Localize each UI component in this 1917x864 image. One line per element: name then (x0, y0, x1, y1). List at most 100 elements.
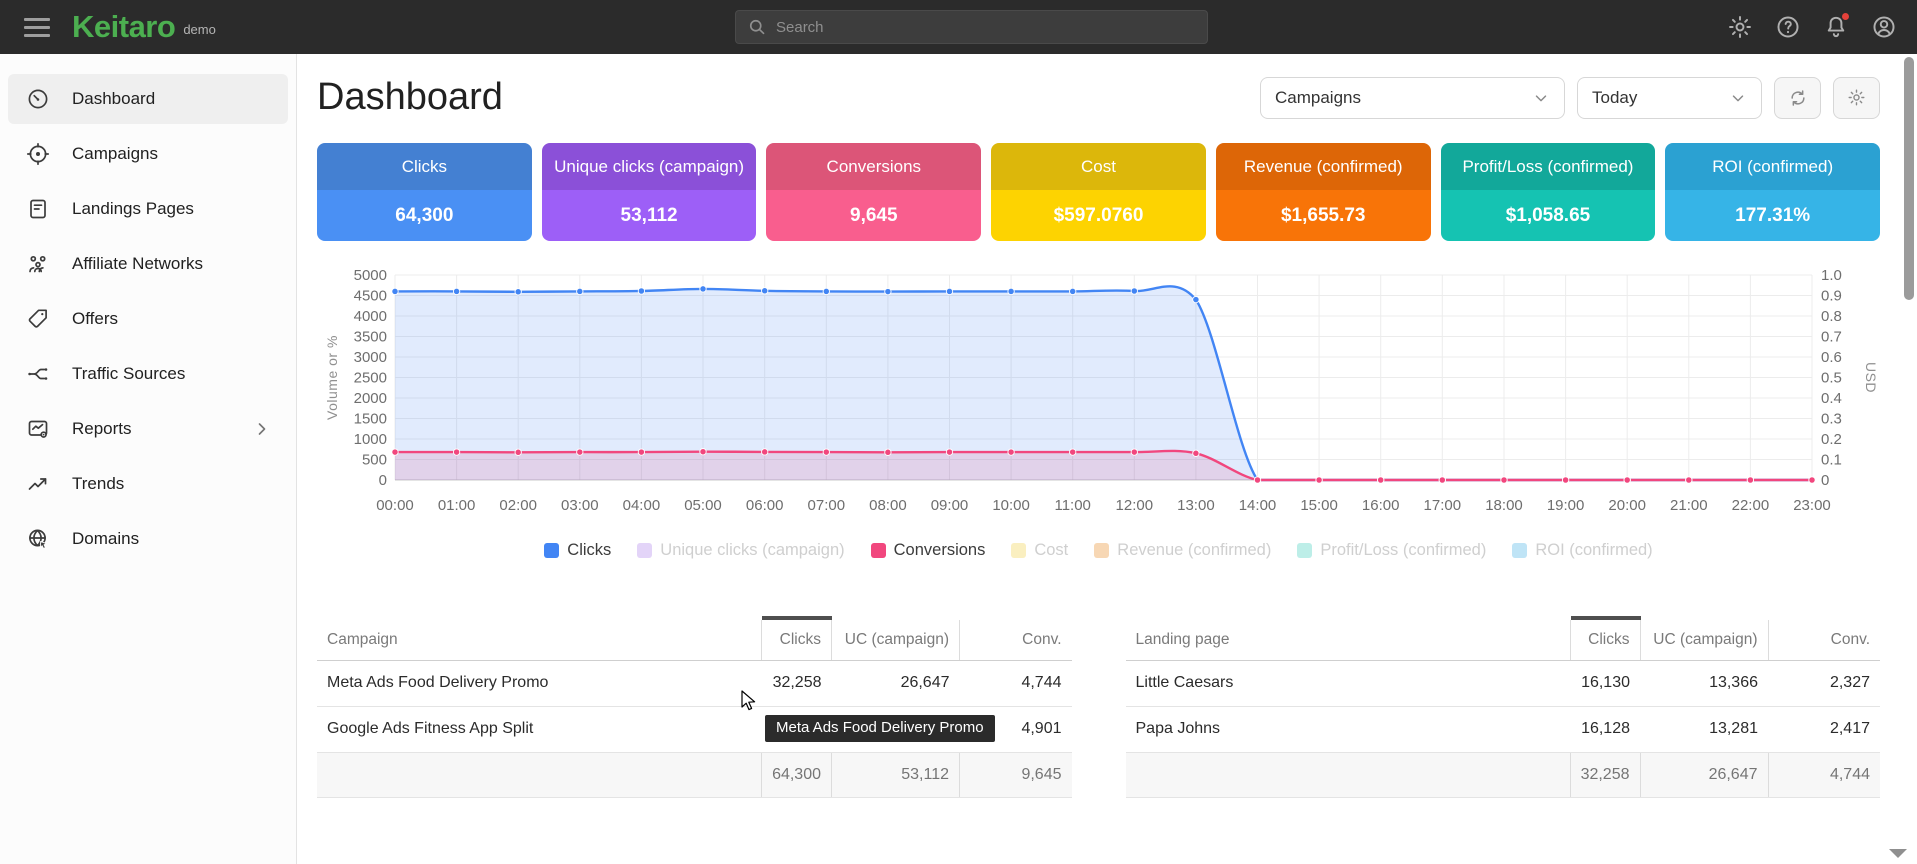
column-header-conv[interactable]: Conv. (960, 618, 1072, 660)
svg-text:02:00: 02:00 (499, 497, 537, 514)
legend-item-unique-clicks-campaign[interactable]: Unique clicks (campaign) (637, 541, 844, 560)
legend-item-cost[interactable]: Cost (1011, 541, 1068, 560)
row-name-cell[interactable]: Google Ads Fitness App Split (317, 706, 762, 752)
legend-swatch (871, 543, 886, 558)
settings-icon[interactable] (1725, 12, 1755, 42)
offers-icon (26, 307, 50, 331)
dashboard-icon (26, 87, 50, 111)
svg-text:20:00: 20:00 (1608, 497, 1646, 514)
legend-swatch (1297, 543, 1312, 558)
env-label: demo (183, 22, 216, 37)
stat-card-title: Clicks (317, 143, 532, 190)
legend-item-revenue-confirmed[interactable]: Revenue (confirmed) (1094, 541, 1271, 560)
gear-icon (1847, 88, 1866, 107)
app-logo[interactable]: Keitaro (72, 9, 175, 45)
sidebar-item-reports[interactable]: Reports (8, 404, 288, 454)
sidebar-item-offers[interactable]: Offers (8, 294, 288, 344)
stat-card-revenue-confirmed: Revenue (confirmed)$1,655.73 (1216, 143, 1431, 241)
refresh-button[interactable] (1774, 77, 1821, 119)
column-header-uc-campaign[interactable]: UC (campaign) (1640, 618, 1768, 660)
svg-text:05:00: 05:00 (684, 497, 722, 514)
menu-toggle-icon[interactable] (14, 7, 60, 47)
table-row[interactable]: Papa Johns16,12813,2812,417 (1126, 706, 1881, 752)
legend-label: Revenue (confirmed) (1117, 541, 1271, 560)
help-icon[interactable] (1773, 12, 1803, 42)
row-name-cell[interactable]: Papa Johns (1126, 706, 1571, 752)
sidebar-item-label: Traffic Sources (72, 364, 185, 384)
landings-icon (26, 197, 50, 221)
svg-text:1500: 1500 (354, 411, 387, 428)
sidebar-item-landings-pages[interactable]: Landings Pages (8, 184, 288, 234)
sidebar-item-affiliate-networks[interactable]: Affiliate Networks (8, 239, 288, 289)
global-search (735, 10, 1208, 44)
svg-text:07:00: 07:00 (808, 497, 846, 514)
svg-text:0.3: 0.3 (1821, 411, 1842, 428)
stat-card-value: 177.31% (1665, 190, 1880, 241)
sidebar-item-dashboard[interactable]: Dashboard (8, 74, 288, 124)
legend-swatch (637, 543, 652, 558)
legend-swatch (1011, 543, 1026, 558)
svg-text:0.7: 0.7 (1821, 329, 1842, 346)
svg-text:4000: 4000 (354, 308, 387, 325)
notifications-icon[interactable] (1821, 12, 1851, 42)
svg-text:19:00: 19:00 (1547, 497, 1585, 514)
row-name-cell[interactable]: Little Caesars (1126, 660, 1571, 706)
svg-text:5000: 5000 (354, 267, 387, 284)
column-header-clicks[interactable]: Clicks (1570, 618, 1640, 660)
main-content: Dashboard Campaigns Today Clicks64,300Un… (298, 54, 1917, 864)
column-header-campaign[interactable]: Campaign (317, 618, 762, 660)
chevron-right-icon (252, 419, 272, 439)
svg-text:0.4: 0.4 (1821, 390, 1842, 407)
table-row[interactable]: Little Caesars16,13013,3662,327 (1126, 660, 1881, 706)
stat-card-roi-confirmed: ROI (confirmed)177.31% (1665, 143, 1880, 241)
row-name-cell[interactable]: Meta Ads Food Delivery Promo (317, 660, 762, 706)
scrollbar-thumb[interactable] (1904, 57, 1914, 300)
sidebar-item-traffic-sources[interactable]: Traffic Sources (8, 349, 288, 399)
stat-card-value: 64,300 (317, 190, 532, 241)
account-icon[interactable] (1869, 12, 1899, 42)
totals-cell: 32,258 (1570, 752, 1640, 797)
svg-text:Volume or %: Volume or % (324, 335, 340, 420)
dashboard-settings-button[interactable] (1833, 77, 1880, 119)
svg-text:17:00: 17:00 (1424, 497, 1462, 514)
svg-text:21:00: 21:00 (1670, 497, 1708, 514)
chevron-down-icon (1532, 89, 1550, 107)
legend-swatch (1512, 543, 1527, 558)
totals-cell (317, 752, 762, 797)
table-row[interactable]: Meta Ads Food Delivery Promo32,25826,647… (317, 660, 1072, 706)
campaigns-filter-select[interactable]: Campaigns (1260, 77, 1565, 119)
row-tooltip: Meta Ads Food Delivery Promo (765, 715, 995, 742)
metric-cards: Clicks64,300Unique clicks (campaign)53,1… (317, 143, 1880, 241)
stat-card-value: 9,645 (766, 190, 981, 241)
domains-icon (26, 527, 50, 551)
sidebar-item-label: Affiliate Networks (72, 254, 203, 274)
svg-text:11:00: 11:00 (1054, 497, 1090, 514)
stat-card-title: Cost (991, 143, 1206, 190)
column-header-landing-page[interactable]: Landing page (1126, 618, 1571, 660)
legend-item-clicks[interactable]: Clicks (544, 541, 611, 560)
trends-icon (26, 472, 50, 496)
column-header-clicks[interactable]: Clicks (762, 618, 832, 660)
legend-label: Clicks (567, 541, 611, 560)
legend-item-roi-confirmed[interactable]: ROI (confirmed) (1512, 541, 1652, 560)
sidebar-item-campaigns[interactable]: Campaigns (8, 129, 288, 179)
svg-text:0.2: 0.2 (1821, 431, 1842, 448)
stat-card-title: Profit/Loss (confirmed) (1441, 143, 1656, 190)
date-range-value: Today (1592, 88, 1637, 108)
sidebar-item-domains[interactable]: Domains (8, 514, 288, 564)
legend-item-profit-loss-confirmed[interactable]: Profit/Loss (confirmed) (1297, 541, 1486, 560)
svg-text:3000: 3000 (354, 349, 387, 366)
column-header-conv[interactable]: Conv. (1768, 618, 1880, 660)
sidebar-item-label: Trends (72, 474, 124, 494)
legend-item-conversions[interactable]: Conversions (871, 541, 986, 560)
dashboard-chart: 005000.110000.215000.320000.425000.53000… (317, 265, 1880, 515)
sidebar-item-trends[interactable]: Trends (8, 459, 288, 509)
search-input[interactable] (735, 10, 1208, 44)
date-range-select[interactable]: Today (1577, 77, 1762, 119)
svg-text:0: 0 (1821, 472, 1829, 489)
svg-text:4500: 4500 (354, 288, 387, 305)
stat-card-title: Unique clicks (campaign) (542, 143, 757, 190)
column-header-uc-campaign[interactable]: UC (campaign) (832, 618, 960, 660)
svg-text:500: 500 (362, 452, 387, 469)
totals-cell: 26,647 (1640, 752, 1768, 797)
